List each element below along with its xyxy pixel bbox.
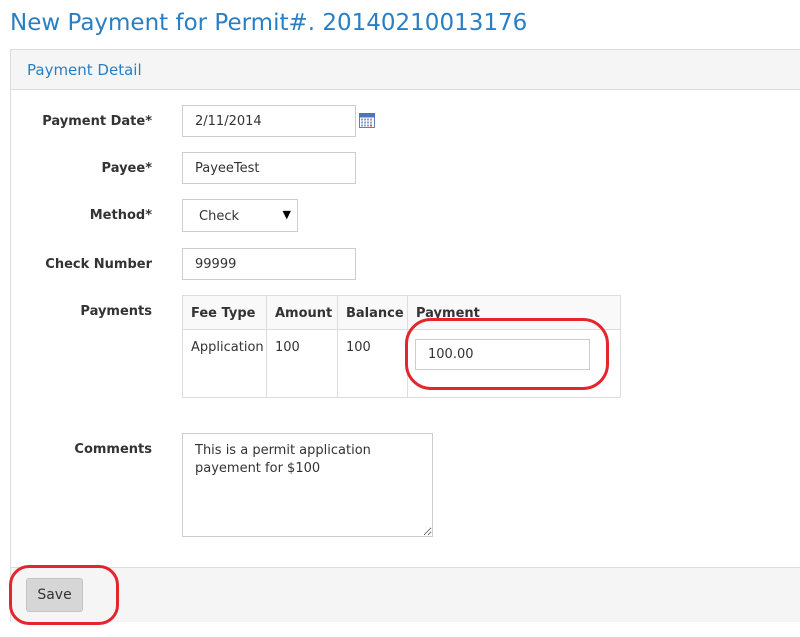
method-selected-value: Check — [199, 209, 239, 224]
comments-textarea[interactable]: This is a permit application payement fo… — [182, 433, 433, 537]
method-label: Method* — [89, 208, 152, 223]
header-amount: Amount — [266, 295, 338, 330]
fees-table-header: Fee Type Amount Balance Payment — [182, 295, 621, 330]
comments-label: Comments — [74, 442, 152, 457]
payment-date-label: Payment Date* — [42, 114, 152, 129]
check-number-input[interactable] — [182, 248, 356, 280]
cell-amount: 100 — [266, 329, 338, 398]
cell-fee-type: Application — [182, 329, 267, 398]
header-fee-type: Fee Type — [182, 295, 267, 330]
page-title: New Payment for Permit#. 20140210013176 — [10, 10, 528, 36]
payee-label: Payee* — [101, 161, 152, 176]
payments-label: Payments — [80, 304, 152, 319]
panel-header: Payment Detail — [11, 50, 800, 90]
header-payment: Payment — [407, 295, 621, 330]
calendar-icon[interactable] — [359, 112, 375, 128]
check-number-label: Check Number — [45, 257, 152, 272]
header-balance: Balance — [337, 295, 408, 330]
caret-down-icon: ▼ — [282, 208, 291, 221]
payment-amount-input[interactable] — [415, 339, 590, 370]
save-button[interactable]: Save — [26, 578, 83, 612]
panel-footer — [11, 567, 800, 622]
payee-input[interactable] — [182, 152, 356, 184]
cell-balance: 100 — [337, 329, 408, 398]
method-select[interactable]: Check ▼ — [182, 199, 298, 232]
payment-date-input[interactable] — [182, 105, 356, 137]
panel-title: Payment Detail — [27, 61, 142, 79]
